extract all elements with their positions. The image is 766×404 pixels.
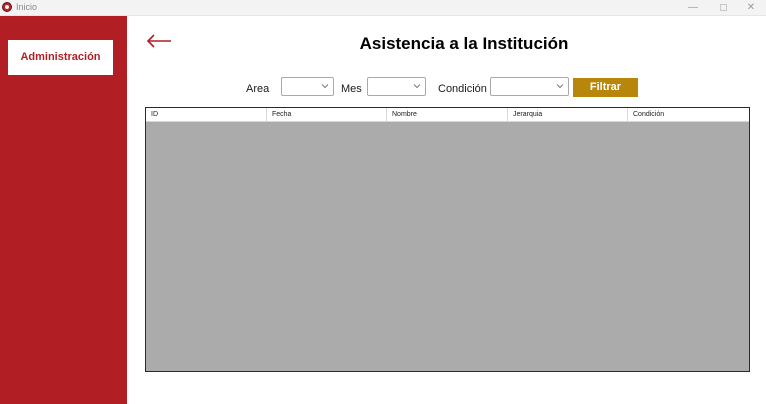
- title-bar: Inicio — ✕: [0, 0, 766, 16]
- minimize-icon[interactable]: —: [678, 0, 708, 16]
- column-header-jerarquia[interactable]: Jerarquia: [508, 108, 628, 122]
- attendance-grid[interactable]: ID Fecha Nombre Jerarquia Condición: [145, 107, 750, 372]
- condicion-select[interactable]: [490, 77, 569, 96]
- app-icon: [2, 2, 12, 12]
- filtrar-button[interactable]: Filtrar: [573, 78, 638, 97]
- column-header-condicion[interactable]: Condición: [628, 108, 749, 122]
- area-select[interactable]: [281, 77, 334, 96]
- column-header-fecha[interactable]: Fecha: [267, 108, 387, 122]
- chevron-down-icon: [413, 84, 421, 89]
- grid-body: [146, 122, 749, 371]
- window-title: Inicio: [16, 2, 38, 12]
- close-icon[interactable]: ✕: [736, 0, 766, 16]
- chevron-down-icon: [321, 84, 329, 89]
- column-header-nombre[interactable]: Nombre: [387, 108, 508, 122]
- column-header-id[interactable]: ID: [146, 108, 267, 122]
- chevron-down-icon: [556, 84, 564, 89]
- page-title: Asistencia a la Institución: [359, 34, 569, 53]
- mes-label: Mes: [341, 83, 362, 95]
- sidebar: Administración: [0, 16, 127, 404]
- administracion-button[interactable]: Administración: [8, 40, 113, 75]
- app-window: Inicio — ✕ Administración Asistencia a l…: [0, 0, 766, 404]
- grid-header: ID Fecha Nombre Jerarquia Condición: [146, 108, 749, 122]
- mes-select[interactable]: [367, 77, 426, 96]
- area-label: Area: [246, 83, 270, 95]
- condicion-label: Condición: [438, 83, 487, 95]
- maximize-icon[interactable]: [708, 0, 738, 16]
